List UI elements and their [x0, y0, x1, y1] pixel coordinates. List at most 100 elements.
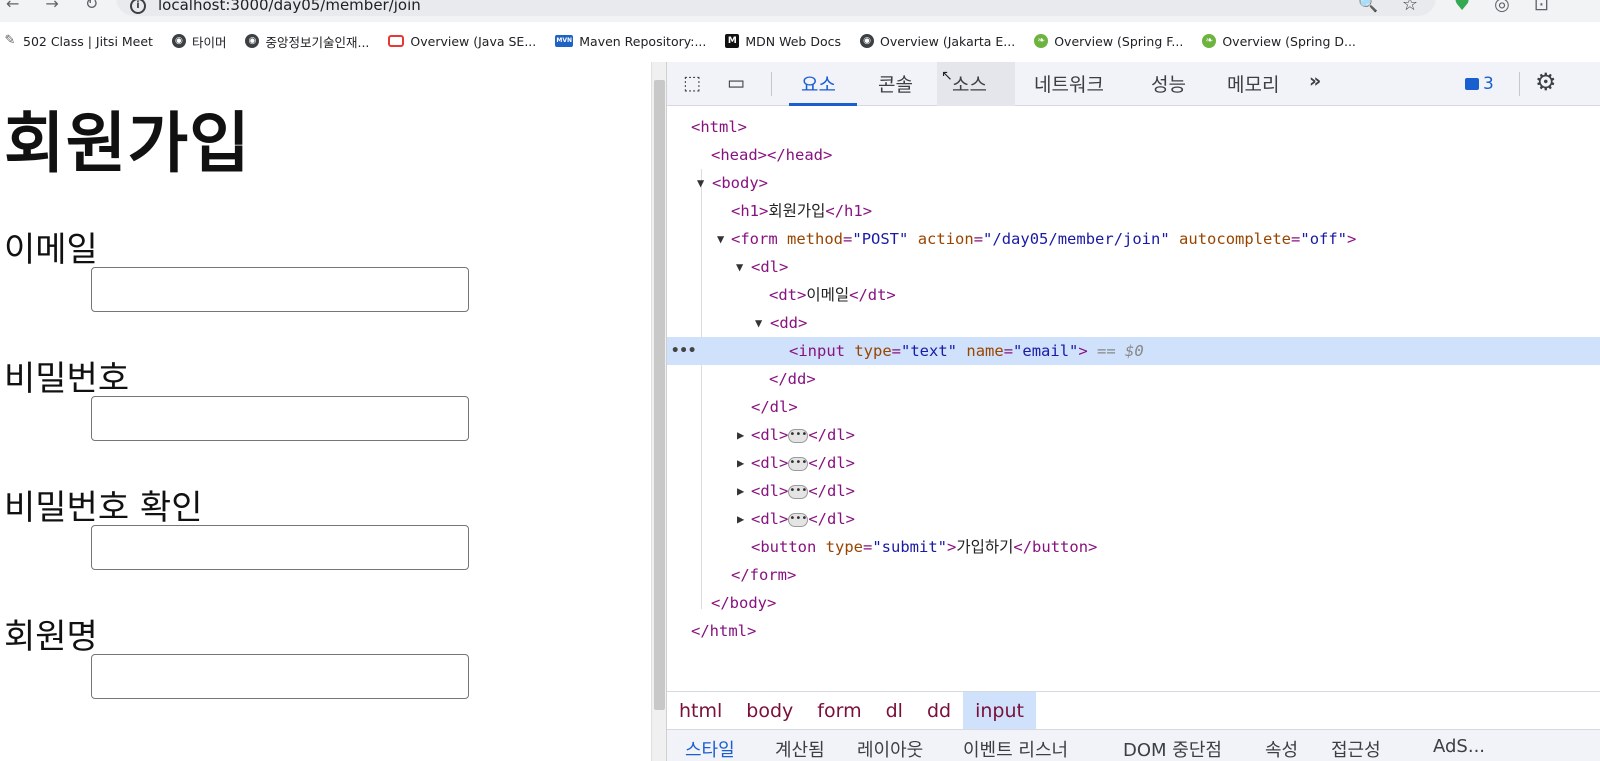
- dom-node-html-close[interactable]: </html>: [667, 617, 1600, 645]
- member-name-input[interactable]: [91, 654, 469, 699]
- device-toggle-icon[interactable]: ▭: [727, 72, 745, 94]
- devtools-toolbar: ⬚ ▭ 요소 콘솔 소스 ↖ 네트워크 성능 메모리 » 3 ⚙: [667, 62, 1600, 106]
- bookmark-item[interactable]: Overview (Java SE...: [388, 34, 536, 49]
- address-bar[interactable]: i localhost:3000/day05/member/join 🔍 ☆: [116, 0, 1436, 16]
- collapsed-content-icon[interactable]: •••: [788, 428, 809, 443]
- bookmark-item[interactable]: ❧ Overview (Spring F...: [1034, 34, 1183, 49]
- tab-memory[interactable]: 메모리: [1227, 70, 1279, 97]
- expand-triangle-icon[interactable]: ▼: [736, 253, 743, 281]
- tab-console[interactable]: 콘솔: [878, 70, 913, 97]
- tab-layout[interactable]: 레이아웃: [857, 736, 923, 761]
- collapsed-content-icon[interactable]: •••: [788, 484, 809, 499]
- url-text[interactable]: localhost:3000/day05/member/join: [158, 0, 421, 14]
- tab-adsense[interactable]: AdS...: [1433, 736, 1485, 757]
- zoom-icon[interactable]: 🔍: [1358, 0, 1378, 13]
- expand-triangle-icon[interactable]: ▼: [755, 309, 762, 337]
- attr-value: "email": [1013, 342, 1079, 360]
- site-info-icon[interactable]: i: [130, 0, 146, 14]
- tag-text: </dl>: [808, 454, 855, 472]
- breadcrumb-item[interactable]: html: [667, 692, 734, 730]
- issues-button[interactable]: 3: [1465, 74, 1494, 94]
- dom-node-button[interactable]: <button type="submit">가입하기</button>: [667, 533, 1600, 561]
- breadcrumb-item[interactable]: form: [805, 692, 873, 730]
- dom-node-dl-collapsed[interactable]: ▶ <dl>•••</dl>: [667, 449, 1600, 477]
- breadcrumb-item-active[interactable]: input: [963, 691, 1036, 730]
- dom-node-dl[interactable]: ▼ <dl>: [667, 253, 1600, 281]
- scrollbar-thumb[interactable]: [654, 80, 665, 710]
- bookmark-item[interactable]: ❧ Overview (Spring D...: [1202, 34, 1356, 49]
- globe-icon: ◉: [245, 34, 260, 48]
- tab-properties[interactable]: 속성: [1265, 736, 1298, 761]
- collapse-triangle-icon[interactable]: ▶: [737, 505, 744, 533]
- browser-toolbar: ← → ↻ i localhost:3000/day05/member/join…: [0, 0, 1600, 22]
- tab-event-listeners[interactable]: 이벤트 리스너: [963, 736, 1068, 761]
- collapse-triangle-icon[interactable]: ▶: [737, 421, 744, 449]
- breadcrumb-item[interactable]: dd: [915, 692, 963, 730]
- email-input[interactable]: [91, 267, 469, 312]
- bookmark-item[interactable]: MVN Maven Repository:...: [555, 34, 706, 49]
- forward-icon[interactable]: →: [45, 0, 58, 13]
- dom-node-h1[interactable]: <h1>회원가입</h1>: [667, 197, 1600, 225]
- devtools-panel: ⬚ ▭ 요소 콘솔 소스 ↖ 네트워크 성능 메모리 » 3 ⚙ <html> …: [666, 62, 1600, 761]
- dom-node-form[interactable]: ▼ <form method="POST" action="/day05/mem…: [667, 225, 1600, 253]
- tab-computed[interactable]: 계산됨: [775, 736, 825, 761]
- dom-node-dl-collapsed[interactable]: ▶ <dl>•••</dl>: [667, 477, 1600, 505]
- reload-icon[interactable]: ↻: [85, 0, 98, 13]
- password-input[interactable]: [91, 396, 469, 441]
- tab-accessibility[interactable]: 접근성: [1331, 736, 1381, 761]
- bookmark-item[interactable]: ◉ Overview (Jakarta E...: [860, 34, 1015, 49]
- tab-dom-breakpoints[interactable]: DOM 중단점: [1123, 736, 1222, 761]
- bookmark-item[interactable]: M MDN Web Docs: [725, 34, 841, 49]
- inspect-element-icon[interactable]: ⬚: [683, 72, 701, 94]
- dom-node-dl-collapsed[interactable]: ▶ <dl>•••</dl>: [667, 505, 1600, 533]
- bookmark-label: Overview (Spring F...: [1054, 33, 1184, 49]
- settings-gear-icon[interactable]: ⚙: [1535, 68, 1557, 96]
- globe-icon: ◉: [171, 34, 186, 48]
- tab-sources[interactable]: 소스: [952, 70, 987, 97]
- dom-tree: <html> <head></head> ▼ <body> <h1>회원가입</…: [667, 107, 1600, 691]
- expand-triangle-icon[interactable]: ▼: [697, 169, 704, 197]
- tab-network[interactable]: 네트워크: [1034, 70, 1104, 97]
- tab-elements[interactable]: 요소: [801, 70, 836, 97]
- tab-styles[interactable]: 스타일: [685, 736, 735, 761]
- expand-triangle-icon[interactable]: ▼: [717, 225, 724, 253]
- maven-icon: MVN: [555, 35, 574, 47]
- tag-text: </dl>: [808, 510, 855, 528]
- dom-node-dl-collapsed[interactable]: ▶ <dl>•••</dl>: [667, 421, 1600, 449]
- dom-node-dd[interactable]: ▼ <dd>: [667, 309, 1600, 337]
- extension-shield-icon[interactable]: ♥: [1454, 0, 1470, 15]
- more-options-icon[interactable]: •••: [671, 337, 696, 365]
- password-confirm-input[interactable]: [91, 525, 469, 570]
- dom-node-dt[interactable]: <dt>이메일</dt>: [667, 281, 1600, 309]
- dom-node-body-close[interactable]: </body>: [667, 589, 1600, 617]
- breadcrumb-item[interactable]: body: [734, 692, 805, 730]
- page-scrollbar[interactable]: [651, 62, 666, 761]
- bookmark-item[interactable]: ◉ 타이머: [171, 32, 226, 51]
- bookmark-item[interactable]: ✎ 502 Class | Jitsi Meet: [3, 34, 153, 49]
- collapse-triangle-icon[interactable]: ▶: [737, 477, 744, 505]
- bookmark-item[interactable]: ◉ 중앙정보기술인재...: [245, 32, 369, 51]
- extension-icon[interactable]: ◎: [1494, 0, 1510, 15]
- dom-node-input-selected[interactable]: ••• <input type="text" name="email"> == …: [667, 337, 1600, 365]
- extensions: ♥ ◎ ⊡: [1454, 0, 1549, 15]
- collapsed-content-icon[interactable]: •••: [788, 512, 809, 527]
- dom-node-form-close[interactable]: </form>: [667, 561, 1600, 589]
- breadcrumb-item[interactable]: dl: [874, 692, 915, 730]
- dom-node-head[interactable]: <head></head>: [667, 141, 1600, 169]
- tag-text: <head></head>: [711, 146, 833, 164]
- collapsed-content-icon[interactable]: •••: [788, 456, 809, 471]
- jitsi-icon: ✎: [4, 33, 16, 48]
- tag-text: <button: [751, 538, 817, 556]
- bookmark-label: Overview (Java SE...: [410, 33, 537, 49]
- more-tabs-icon[interactable]: »: [1309, 70, 1321, 92]
- collapse-triangle-icon[interactable]: ▶: [737, 449, 744, 477]
- back-icon[interactable]: ←: [6, 0, 19, 13]
- tag-text: </dt>: [849, 286, 896, 304]
- puzzle-icon[interactable]: ⊡: [1534, 0, 1549, 15]
- dom-node-html[interactable]: <html>: [667, 113, 1600, 141]
- tab-performance[interactable]: 성능: [1151, 70, 1186, 97]
- dom-node-body[interactable]: ▼ <body>: [667, 169, 1600, 197]
- dom-node-dd-close[interactable]: </dd>: [667, 365, 1600, 393]
- bookmark-star-icon[interactable]: ☆: [1402, 0, 1418, 15]
- dom-node-dl-close[interactable]: </dl>: [667, 393, 1600, 421]
